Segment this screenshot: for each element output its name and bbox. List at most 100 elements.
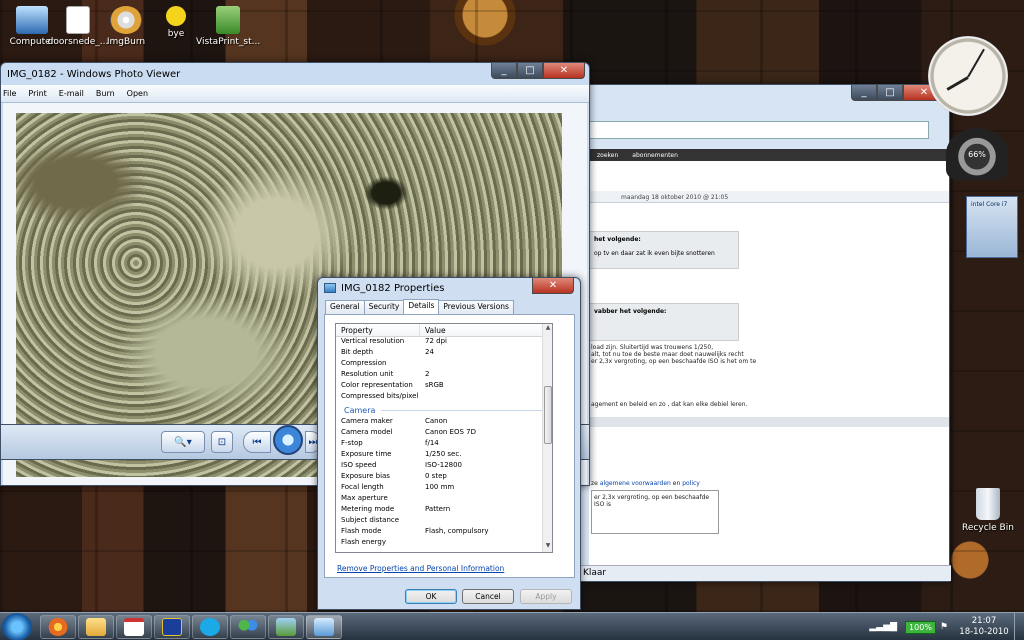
tab-security[interactable]: Security (363, 300, 405, 314)
post-line: load zijn. Sluitertijd was trouwens 1/25… (591, 344, 714, 351)
property-row[interactable]: F-stop f/14 (336, 439, 552, 450)
taskbar-explorer[interactable] (78, 615, 114, 639)
property-row[interactable]: Flash energy (336, 538, 552, 549)
property-row[interactable]: Exposure bias 0 step (336, 472, 552, 483)
desktop-icon-label: VistaPrint_st... (196, 37, 261, 47)
property-value (420, 538, 425, 549)
tab-general[interactable]: General (325, 300, 365, 314)
maximize-button[interactable]: □ (877, 85, 903, 101)
property-name: Metering mode (341, 505, 395, 513)
property-name: Flash mode (341, 527, 382, 535)
property-value (420, 516, 425, 527)
quote-text: op tv en daar zat ik even bijte snottere… (594, 250, 715, 257)
network-signal-icon[interactable]: ▂▃▅▇ (869, 622, 897, 632)
property-row[interactable]: Compressed bits/pixel (336, 392, 552, 403)
minimize-button[interactable]: _ (491, 63, 517, 79)
cancel-button[interactable]: Cancel (462, 589, 514, 604)
recycle-bin-icon (976, 488, 1000, 520)
property-row[interactable]: Vertical resolution 72 dpi (336, 337, 552, 348)
smiley-icon (166, 6, 186, 26)
system-tray: ▂▃▅▇ 100% ⚑ 21:07 18-10-2010 (869, 613, 1024, 640)
taskbar-firefox[interactable] (40, 615, 76, 639)
start-button[interactable] (2, 613, 32, 640)
scroll-down-icon[interactable]: ▼ (543, 542, 552, 552)
taskbar-calendar[interactable] (116, 615, 152, 639)
reply-textarea[interactable]: er 2,3x vergroting, op een beschaafde IS… (591, 490, 719, 534)
menu-email[interactable]: E-mail (57, 89, 94, 98)
taskbar: ▂▃▅▇ 100% ⚑ 21:07 18-10-2010 (0, 612, 1024, 640)
desktop-icon-recycle-bin[interactable]: Recycle Bin (956, 488, 1020, 533)
property-row[interactable]: Bit depth 24 (336, 348, 552, 359)
forum-nav-search[interactable]: zoeken (597, 152, 618, 159)
property-row[interactable]: ISO speed ISO-12800 (336, 461, 552, 472)
taskbar-messenger[interactable] (230, 615, 266, 639)
properties-tabs: General Security Details Previous Versio… (325, 299, 514, 314)
taskbar-skype[interactable] (192, 615, 228, 639)
scroll-thumb[interactable] (544, 386, 552, 444)
previous-button[interactable]: ⏮ (243, 431, 271, 453)
remove-properties-link[interactable]: Remove Properties and Personal Informati… (337, 564, 504, 573)
desktop-icon-vistaprint[interactable]: VistaPrint_st... (196, 6, 260, 47)
menu-burn[interactable]: Burn (94, 89, 125, 98)
clock-gadget[interactable] (928, 36, 1008, 116)
property-name: F-stop (341, 439, 363, 447)
menu-file[interactable]: File (1, 89, 26, 98)
maximize-button[interactable]: □ (517, 63, 543, 79)
flag-icon[interactable]: ⚑ (940, 622, 948, 632)
menu-open[interactable]: Open (125, 89, 158, 98)
details-scrollbar[interactable]: ▲ ▼ (542, 324, 552, 552)
zoom-button[interactable]: 🔍▾ (161, 431, 205, 453)
tab-previous-versions[interactable]: Previous Versions (438, 300, 514, 314)
property-value (420, 392, 425, 403)
column-header-value[interactable]: Value (420, 324, 446, 336)
tray-clock[interactable]: 21:07 18-10-2010 (954, 616, 1014, 638)
details-list[interactable]: Property Value Vertical resolution 72 dpi… (335, 323, 553, 553)
taskbar-app[interactable] (154, 615, 190, 639)
scroll-up-icon[interactable]: ▲ (543, 324, 552, 334)
property-row[interactable]: Camera model Canon EOS 7D (336, 428, 552, 439)
taskbar-photo-gallery[interactable] (268, 615, 304, 639)
property-row[interactable]: Exposure time 1/250 sec. (336, 450, 552, 461)
property-row[interactable]: Metering mode Pattern (336, 505, 552, 516)
policy-link[interactable]: policy (682, 480, 700, 487)
terms-prefix: ze (591, 480, 598, 487)
document-icon (66, 6, 90, 34)
properties-dialog[interactable]: IMG_0182 Properties ✕ General Security D… (317, 277, 581, 610)
property-row[interactable]: Camera maker Canon (336, 417, 552, 428)
close-button[interactable]: ✕ (543, 63, 585, 79)
browser-window[interactable]: _ □ ✕ zoeken abonnementen maandag 18 okt… (578, 84, 951, 582)
menu-print[interactable]: Print (26, 89, 56, 98)
property-row[interactable]: Max aperture (336, 494, 552, 505)
forum-nav-subscriptions[interactable]: abonnementen (632, 152, 678, 159)
address-bar[interactable] (589, 121, 929, 139)
property-value: ISO-12800 (425, 461, 463, 469)
browser-page: zoeken abonnementen maandag 18 oktober 2… (589, 149, 949, 569)
property-row[interactable]: Compression (336, 359, 552, 370)
cpu-meter-gadget[interactable]: 66% (946, 128, 1008, 180)
terms-line: ze algemene voorwaarden en policy (589, 477, 949, 490)
terms-and: en (672, 480, 681, 487)
apply-button[interactable]: Apply (520, 589, 572, 604)
actual-size-button[interactable]: ⊡ (211, 431, 233, 453)
tab-details[interactable]: Details (403, 299, 440, 314)
property-row[interactable]: Resolution unit 2 (336, 370, 552, 381)
property-row[interactable]: Flash mode Flash, compulsory (336, 527, 552, 538)
slideshow-button[interactable] (273, 425, 303, 455)
minimize-button[interactable]: _ (851, 85, 877, 101)
property-name: Flash energy (341, 538, 386, 546)
property-row[interactable]: Focal length 100 mm (336, 483, 552, 494)
ok-button[interactable]: OK (405, 589, 457, 604)
taskbar-photo-viewer[interactable] (306, 615, 342, 639)
show-desktop-button[interactable] (1014, 613, 1024, 640)
close-button[interactable]: ✕ (532, 278, 574, 294)
column-header-property[interactable]: Property (336, 324, 420, 336)
forum-nav: zoeken abonnementen (589, 149, 949, 161)
photo-viewer-title: IMG_0182 - Windows Photo Viewer (7, 68, 181, 80)
post-header: maandag 18 oktober 2010 @ 21:05 (589, 191, 949, 203)
terms-link[interactable]: algemene voorwaarden (600, 480, 671, 487)
property-row[interactable]: Subject distance (336, 516, 552, 527)
group-header-camera: Camera (336, 403, 552, 417)
photo-viewer-icon (314, 618, 334, 636)
battery-indicator[interactable]: 100% (905, 620, 936, 634)
property-row[interactable]: Color representation sRGB (336, 381, 552, 392)
